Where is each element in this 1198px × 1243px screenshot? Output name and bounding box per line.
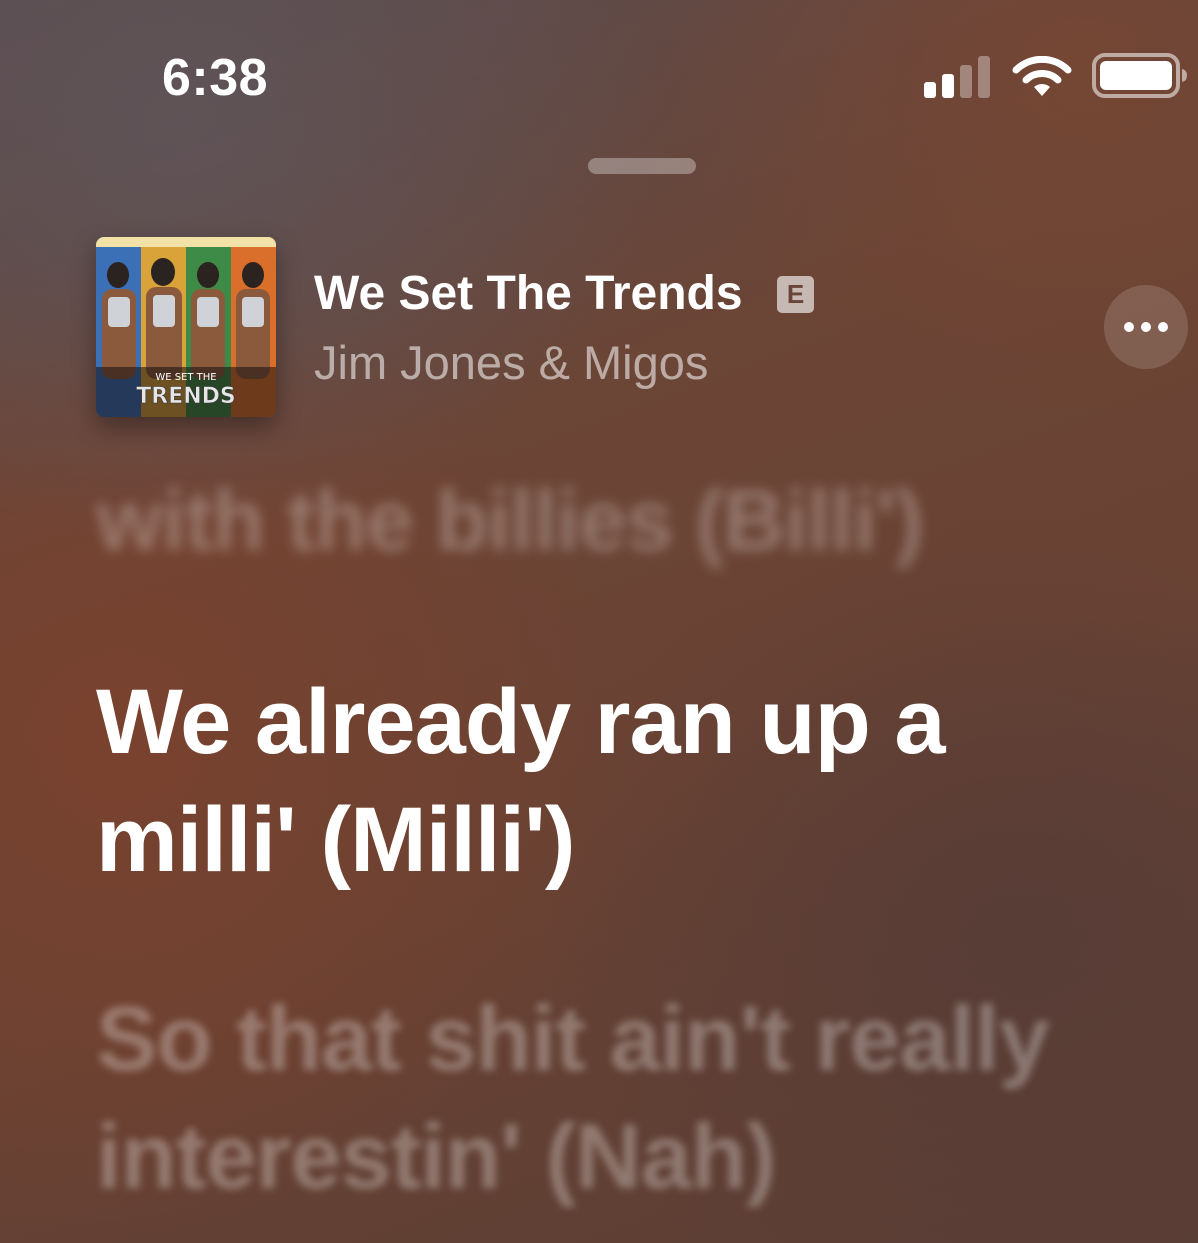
cellular-signal-icon <box>924 54 992 98</box>
battery-icon <box>1092 53 1187 98</box>
lyric-line-previous[interactable]: with the billies (Billi') <box>96 462 924 580</box>
song-artist[interactable]: Jim Jones & Migos <box>314 335 708 390</box>
status-time: 6:38 <box>162 49 269 107</box>
more-options-button[interactable] <box>1104 285 1188 369</box>
lyric-current-line-1: We already ran up a <box>96 671 946 773</box>
lyric-next-line-2: interestin' (Nah) <box>96 1106 777 1208</box>
lyric-next-line-1: So that shit ain't really <box>96 988 1050 1090</box>
album-art-title-large: TRENDS <box>136 384 236 409</box>
album-art-title-small: WE SET THE <box>155 372 216 383</box>
lyric-current-line-2: milli' (Milli') <box>96 789 576 891</box>
wifi-icon <box>1012 56 1072 96</box>
lyric-line-current[interactable]: We already ran up a milli' (Milli') <box>96 663 946 899</box>
song-title[interactable]: We Set The Trends <box>314 266 743 321</box>
album-artwork[interactable]: WE SET THE TRENDS <box>96 237 276 417</box>
sheet-grabber-handle[interactable] <box>588 158 696 174</box>
lyric-line-next[interactable]: So that shit ain't really interestin' (N… <box>96 980 1050 1216</box>
explicit-badge: E <box>777 276 814 313</box>
